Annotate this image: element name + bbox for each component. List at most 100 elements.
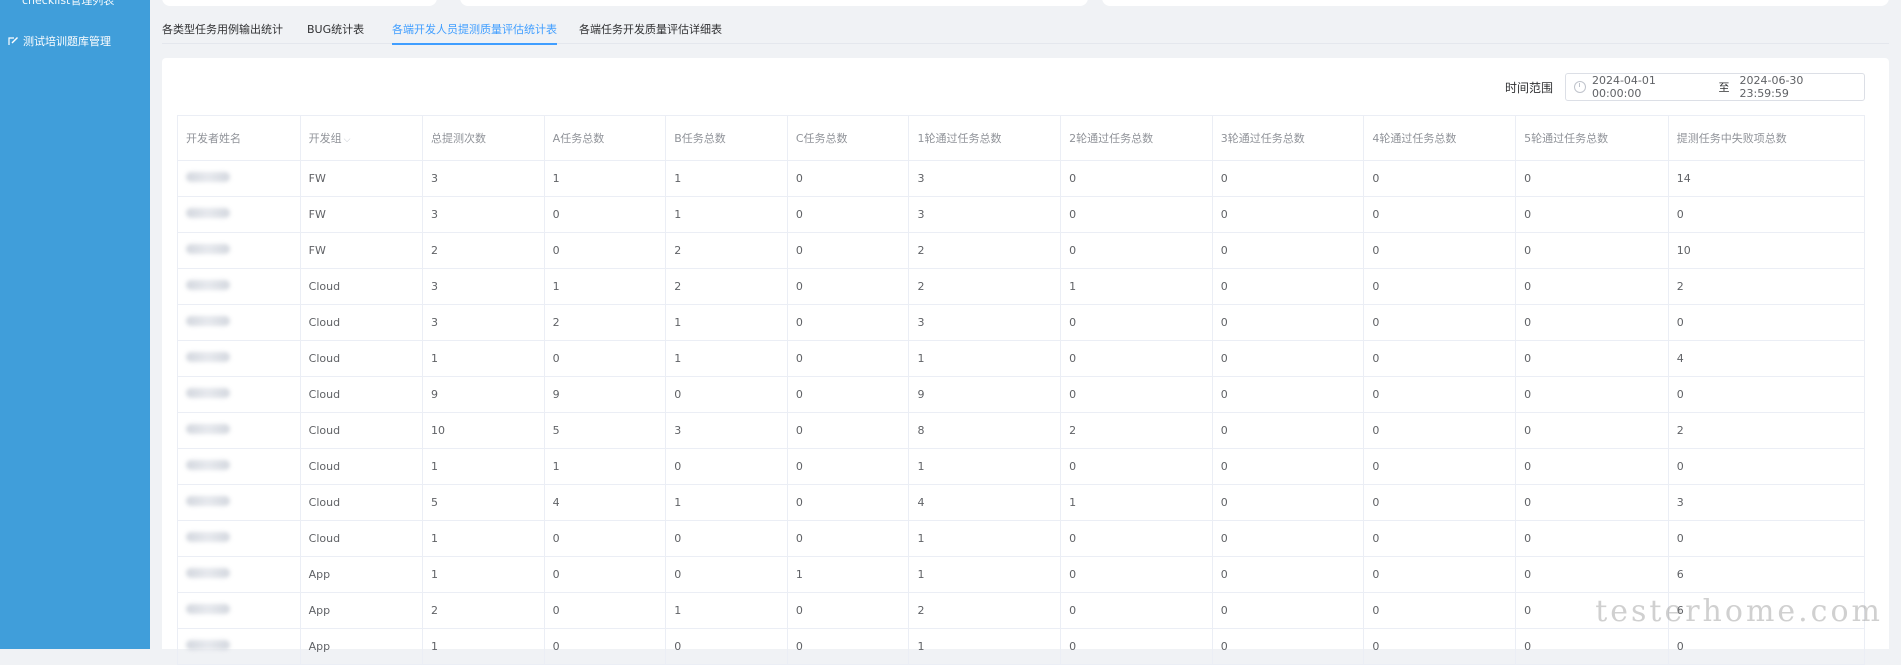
range-separator: 至 [1718, 81, 1730, 94]
developer-name-cell [177, 196, 301, 233]
developer-name-cell [177, 520, 301, 557]
table-cell: 3 [908, 304, 1062, 341]
table-cell: 0 [1515, 232, 1669, 269]
table-row: FW 3 0 1 0 3 0 0 0 0 0 [177, 196, 1866, 233]
table-row: Cloud 1 0 0 0 1 0 0 0 0 0 [177, 520, 1866, 557]
filter-caret-icon[interactable]: ⌵ [344, 135, 351, 145]
table-cell: 4 [1667, 340, 1866, 377]
table-cell: 0 [1060, 556, 1213, 593]
table-cell: 0 [1060, 340, 1213, 377]
column-header-label: 5轮通过任务总数 [1524, 132, 1609, 145]
table-cell: 1 [665, 484, 788, 521]
table-cell: 5 [543, 412, 667, 449]
table-row: Cloud 9 9 0 0 9 0 0 0 0 0 [177, 376, 1866, 413]
table-cell: 0 [543, 340, 667, 377]
table-cell: 10 [421, 412, 545, 449]
column-header-label: 总提测次数 [430, 132, 486, 145]
developer-name-cell [177, 412, 301, 449]
table-cell: Cloud [299, 412, 423, 449]
table-header-row: 开发者姓名 开发组 ⌵ 总提测次数 A任务总数 B任务总数 C任务总数 1轮通过任务总数 2轮通… [177, 115, 1866, 161]
table-cell: 1 [908, 628, 1062, 665]
tab-case-output-stats[interactable]: 各类型任务用例输出统计 [162, 21, 283, 37]
table-cell: 0 [786, 484, 910, 521]
table-cell: 0 [786, 592, 910, 629]
table-cell: 0 [786, 412, 910, 449]
table-cell: 0 [543, 556, 667, 593]
redacted-name [186, 316, 230, 326]
redacted-name [186, 532, 230, 542]
table-cell: 2 [665, 268, 788, 305]
table-cell: 4 [543, 484, 667, 521]
redacted-name [186, 244, 230, 254]
tab-task-quality-details[interactable]: 各端任务开发质量评估详细表 [579, 21, 722, 37]
table-row: Cloud 3 2 1 0 3 0 0 0 0 0 [177, 304, 1866, 341]
table-cell: 1 [665, 592, 788, 629]
table-cell: FW [299, 196, 423, 233]
end-date-input[interactable]: 2024-06-30 23:59:59 [1739, 74, 1856, 100]
column-header-label: 提测任务中失败项总数 [1676, 132, 1787, 145]
table-cell: 0 [1211, 232, 1365, 269]
table-cell: 0 [1515, 448, 1669, 485]
table-row: Cloud 1 1 0 0 1 0 0 0 0 0 [177, 448, 1866, 485]
table-cell: 1 [1060, 484, 1213, 521]
column-header: 1轮通过任务总数 [908, 115, 1062, 161]
table-cell: 2 [908, 268, 1062, 305]
redacted-name [186, 172, 230, 182]
table-cell: 0 [543, 592, 667, 629]
table-cell: 0 [1515, 412, 1669, 449]
table-cell: 0 [1363, 196, 1517, 233]
table-cell: 0 [1060, 520, 1213, 557]
table-cell: 0 [1060, 232, 1213, 269]
table-cell: 9 [908, 376, 1062, 413]
column-header-label: 3轮通过任务总数 [1220, 132, 1305, 145]
column-header: 3轮通过任务总数 [1211, 115, 1365, 161]
table-cell: 0 [1363, 484, 1517, 521]
table-cell: Cloud [299, 448, 423, 485]
table-cell: 2 [543, 304, 667, 341]
column-header: B任务总数 [665, 115, 788, 161]
table-cell: 0 [1363, 232, 1517, 269]
column-header: 总提测次数 [421, 115, 545, 161]
table-cell: 0 [1060, 592, 1213, 629]
table-cell: 0 [543, 628, 667, 665]
table-cell: 1 [421, 520, 545, 557]
date-range-picker[interactable]: 2024-04-01 00:00:00 至 2024-06-30 23:59:5… [1565, 73, 1865, 101]
table-cell: 3 [1667, 484, 1866, 521]
table-cell: 1 [421, 556, 545, 593]
redacted-name [186, 460, 230, 470]
table-cell: 0 [786, 376, 910, 413]
table-cell: 0 [1363, 268, 1517, 305]
table-cell: 0 [1211, 448, 1365, 485]
tab-dev-quality-stats[interactable]: 各端开发人员提测质量评估统计表 [392, 21, 557, 45]
sidebar-item-training-bank[interactable]: 测试培训题库管理 [7, 33, 157, 49]
table-cell: 0 [1515, 556, 1669, 593]
column-header: 4轮通过任务总数 [1363, 115, 1517, 161]
table-cell: 2 [1667, 412, 1866, 449]
sidebar-item-label: checklist管理列表 [22, 0, 115, 7]
table-cell: 0 [665, 556, 788, 593]
column-header: A任务总数 [543, 115, 667, 161]
table-cell: 1 [421, 448, 545, 485]
table-cell: 0 [786, 628, 910, 665]
table-cell: 1 [908, 340, 1062, 377]
table-cell: 0 [1515, 268, 1669, 305]
main-content: 各类型任务用例输出统计 BUG统计表 各端开发人员提测质量评估统计表 各端任务开… [150, 0, 1901, 665]
summary-card [162, 0, 437, 6]
redacted-name [186, 388, 230, 398]
time-range-filter: 时间范围 2024-04-01 00:00:00 至 2024-06-30 23… [1505, 73, 1865, 101]
table-cell: 9 [421, 376, 545, 413]
column-header: 提测任务中失败项总数 [1667, 115, 1866, 161]
table-body: FW 3 1 1 0 3 0 0 0 0 14 FW 3 0 1 0 3 0 0 0 0 0 FW 2 0 2 0 2 0 0 0 0 10 Cl… [177, 160, 1866, 665]
dev-quality-table: 开发者姓名 开发组 ⌵ 总提测次数 A任务总数 B任务总数 C任务总数 1轮通过任务总数 2轮通… [177, 115, 1866, 665]
start-date-input[interactable]: 2024-04-01 00:00:00 [1592, 74, 1709, 100]
table-cell: 0 [1211, 520, 1365, 557]
column-header[interactable]: 开发组 ⌵ [299, 115, 423, 161]
table-cell: 0 [786, 448, 910, 485]
redacted-name [186, 568, 230, 578]
tab-bug-stats[interactable]: BUG统计表 [307, 21, 364, 37]
table-cell: 0 [1060, 196, 1213, 233]
table-cell: 5 [421, 484, 545, 521]
table-cell: 0 [1363, 628, 1517, 665]
table-cell: 0 [543, 196, 667, 233]
table-cell: 0 [1515, 160, 1669, 197]
